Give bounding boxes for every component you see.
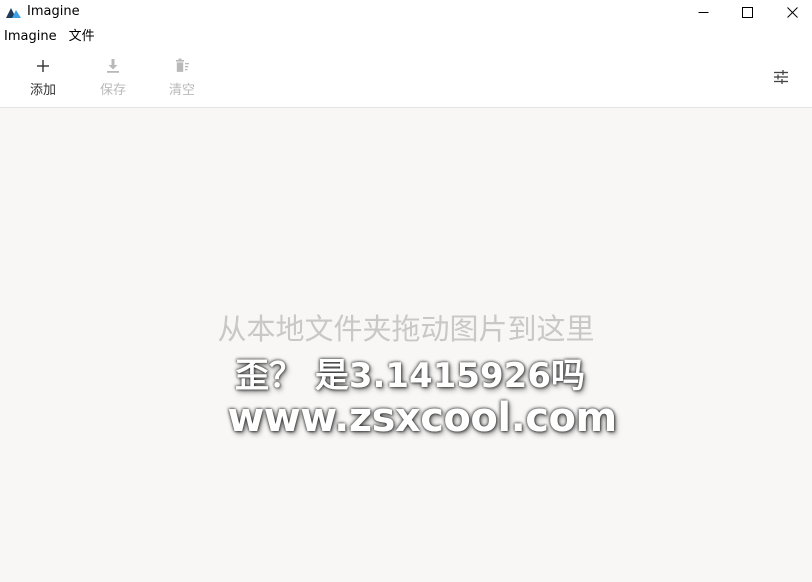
add-button[interactable]: 添加 xyxy=(8,52,78,104)
settings-button[interactable] xyxy=(764,66,798,88)
toolbar: 添加 保存 清空 xyxy=(0,52,812,108)
image-drop-area[interactable]: 从本地文件夹拖动图片到这里 歪？ 是3.1415926吗 www.zsxcool… xyxy=(0,108,812,582)
menu-bar: Imagine 文件 xyxy=(0,27,101,47)
imagine-logo-icon xyxy=(6,8,21,18)
watermark-line-2: www.zsxcool.com xyxy=(227,395,617,441)
close-button[interactable] xyxy=(769,0,812,24)
title-bar[interactable]: Imagine xyxy=(0,0,812,24)
minimize-icon xyxy=(698,11,708,13)
maximize-button[interactable] xyxy=(724,0,770,24)
close-icon xyxy=(786,6,798,18)
save-button[interactable]: 保存 xyxy=(78,52,148,104)
plus-icon xyxy=(37,60,49,72)
save-label: 保存 xyxy=(99,83,126,98)
watermark-line-1: 歪？ 是3.1415926吗 xyxy=(234,356,585,396)
menu-imagine[interactable]: Imagine xyxy=(0,27,63,47)
download-icon xyxy=(107,59,119,73)
add-label: 添加 xyxy=(29,83,56,98)
clear-button[interactable]: 清空 xyxy=(147,52,217,104)
clear-label: 清空 xyxy=(168,83,195,98)
minimize-button[interactable] xyxy=(680,0,726,24)
maximize-icon xyxy=(741,6,753,18)
app-window: Imagine Imagine 文件 添加 保存 清空 从本地文件夹拖动图片到这… xyxy=(0,0,812,582)
trash-icon xyxy=(176,58,189,72)
menu-file[interactable]: 文件 xyxy=(63,27,101,47)
drop-hint: 从本地文件夹拖动图片到这里 xyxy=(217,312,595,346)
sliders-icon xyxy=(774,70,788,84)
window-title: Imagine xyxy=(27,4,80,19)
